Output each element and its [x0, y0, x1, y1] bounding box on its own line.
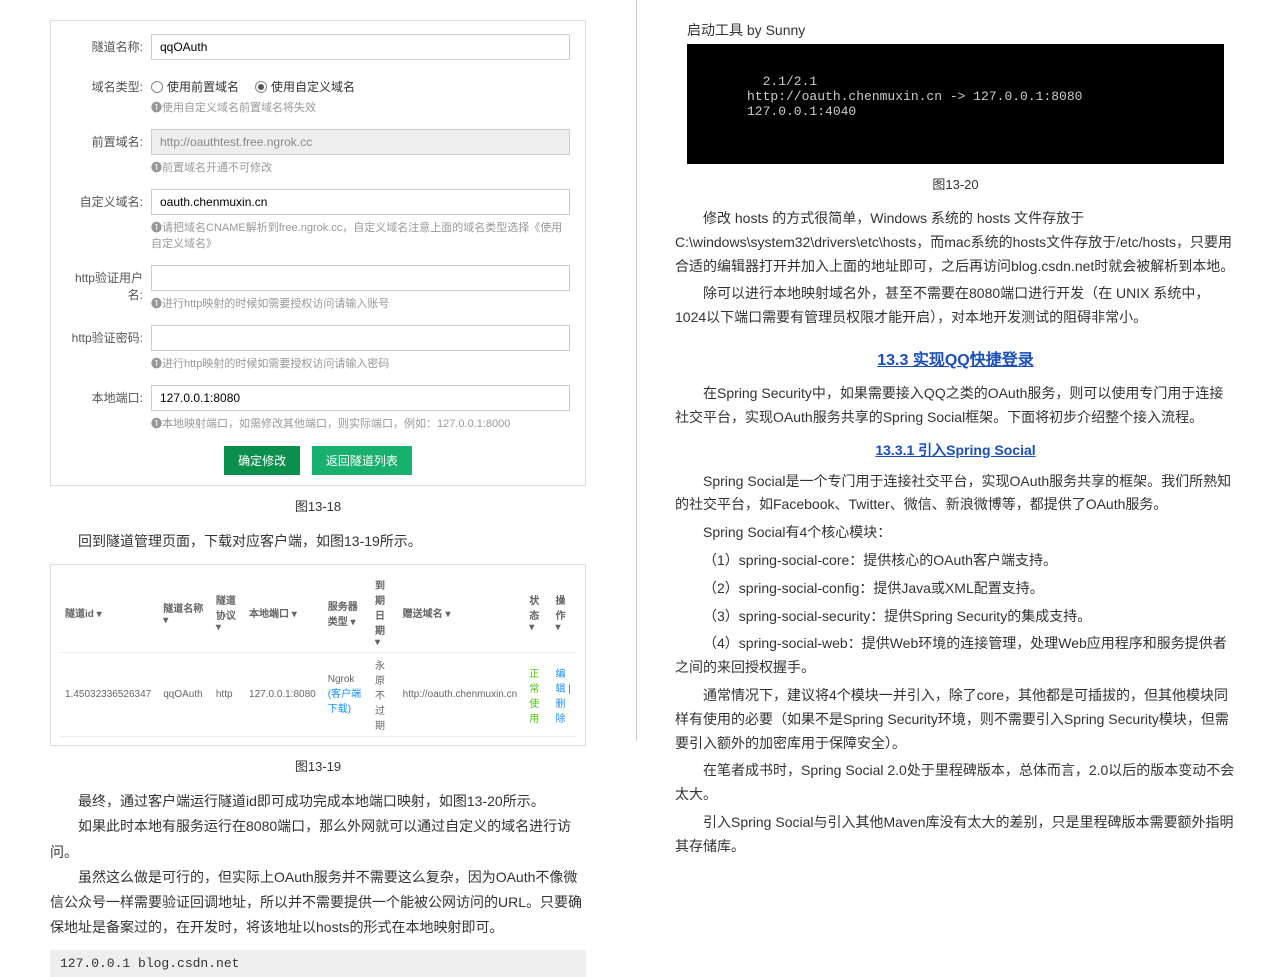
tunnel-table: 隧道id ▾ 隧道名称 ▾ 隧道协议 ▾ 本地端口 ▾ 服务器类型 ▾ 到期日期… — [50, 564, 586, 746]
custom-hint: ❶请把域名CNAME解析到free.ngrok.cc，自定义域名注意上面的域名类… — [151, 219, 570, 251]
right-page: 启动工具 by Sunny 2.1/2.1 http://oauth.chenm… — [637, 0, 1274, 741]
para-l4: 虽然这么做是可行的，但实际上OAuth服务并不需要这么复杂，因为OAuth不像微… — [50, 865, 586, 941]
para-r6: （1）spring-social-core：提供核心的OAuth客户端支持。 — [675, 549, 1236, 573]
local-port-hint: ❶本地映射端口，如需修改其他端口，则实际端口，例如：127.0.0.1:8000 — [151, 415, 570, 431]
para-l2: 最终，通过客户端运行隧道id即可成功完成本地端口映射，如图13-20所示。 — [50, 789, 586, 814]
tunnel-name-input[interactable] — [151, 34, 570, 60]
local-port-label: 本地端口: — [66, 385, 151, 406]
http-user-label: http验证用户名: — [66, 265, 151, 303]
para-r11: 在笔者成书时，Spring Social 2.0处于里程碑版本，总体而言，2.0… — [675, 759, 1236, 807]
prefix-hint: ❶前置域名开通不可修改 — [151, 159, 570, 175]
para-r4: Spring Social是一个专门用于连接社交平台，实现OAuth服务共享的框… — [675, 470, 1236, 518]
para-r1: 修改 hosts 的方式很简单，Windows 系统的 hosts 文件存放于C… — [675, 207, 1236, 278]
save-button[interactable]: 确定修改 — [224, 446, 300, 475]
table-row: 1.45032336526347 qqOAuth http 127.0.0.1:… — [59, 653, 577, 737]
caption-13-18: 图13-18 — [30, 496, 606, 515]
edit-link[interactable]: 编辑 — [556, 669, 566, 695]
para-r3: 在Spring Security中，如果需要接入QQ之类的OAuth服务，则可以… — [675, 382, 1236, 430]
http-pass-label: http验证密码: — [66, 325, 151, 346]
tunnel-name-label: 隧道名称: — [66, 34, 151, 55]
caption-13-19: 图13-19 — [30, 756, 606, 775]
http-user-hint: ❶进行http映射的时候如需要授权访问请输入账号 — [151, 295, 570, 311]
para-r7: （2）spring-social-config：提供Java或XML配置支持。 — [675, 577, 1236, 601]
para-r2: 除可以进行本地映射域名外，甚至不需要在8080端口进行开发（在 UNIX 系统中… — [675, 282, 1236, 330]
left-page: 隧道名称: 域名类型: 使用前置域名 使用自定义域名 ❶使用自定义域名前置域名将… — [0, 0, 637, 741]
radio-prefix-domain[interactable]: 使用前置域名 — [151, 78, 239, 95]
custom-input[interactable] — [151, 189, 570, 215]
radio-custom-domain[interactable]: 使用自定义域名 — [255, 78, 355, 95]
para-r8: （3）spring-social-security：提供Spring Secur… — [675, 605, 1236, 629]
para-r5: Spring Social有4个核心模块： — [675, 521, 1236, 545]
domain-type-label: 域名类型: — [66, 74, 151, 95]
delete-link[interactable]: 删除 — [556, 699, 566, 725]
para-l3: 如果此时本地有服务运行在8080端口，那么外网就可以通过自定义的域名进行访问。 — [50, 814, 586, 864]
download-link[interactable]: (客户端下载) — [328, 689, 361, 715]
para-r9: （4）spring-social-web：提供Web环境的连接管理，处理Web应… — [675, 632, 1236, 680]
para-l1: 回到隧道管理页面，下载对应客户端，如图13-19所示。 — [50, 529, 586, 554]
tunnel-form: 隧道名称: 域名类型: 使用前置域名 使用自定义域名 ❶使用自定义域名前置域名将… — [50, 20, 586, 486]
http-user-input[interactable] — [151, 265, 570, 291]
http-pass-input[interactable] — [151, 325, 570, 351]
section-13-3: 13.3 实现QQ快捷登录 — [667, 346, 1244, 370]
terminal-title: 启动工具 by Sunny — [687, 20, 1224, 40]
code-hosts: 127.0.0.1 blog.csdn.net — [50, 950, 586, 977]
http-pass-hint: ❶进行http映射的时候如需要授权访问请输入密码 — [151, 355, 570, 371]
section-13-3-1: 13.3.1 引入Spring Social — [667, 440, 1244, 460]
back-button[interactable]: 返回隧道列表 — [312, 446, 412, 475]
prefix-label: 前置域名: — [66, 129, 151, 150]
caption-13-20: 图13-20 — [667, 174, 1244, 193]
domain-type-hint: ❶使用自定义域名前置域名将失效 — [151, 99, 570, 115]
para-r12: 引入Spring Social与引入其他Maven库没有太大的差别，只是里程碑版… — [675, 811, 1236, 859]
prefix-input — [151, 129, 570, 155]
local-port-input[interactable] — [151, 385, 570, 411]
para-r10: 通常情况下，建议将4个模块一并引入，除了core，其他都是可插拔的，但其他模块同… — [675, 684, 1236, 755]
custom-label: 自定义域名: — [66, 189, 151, 210]
terminal: 2.1/2.1 http://oauth.chenmuxin.cn -> 127… — [687, 44, 1224, 164]
